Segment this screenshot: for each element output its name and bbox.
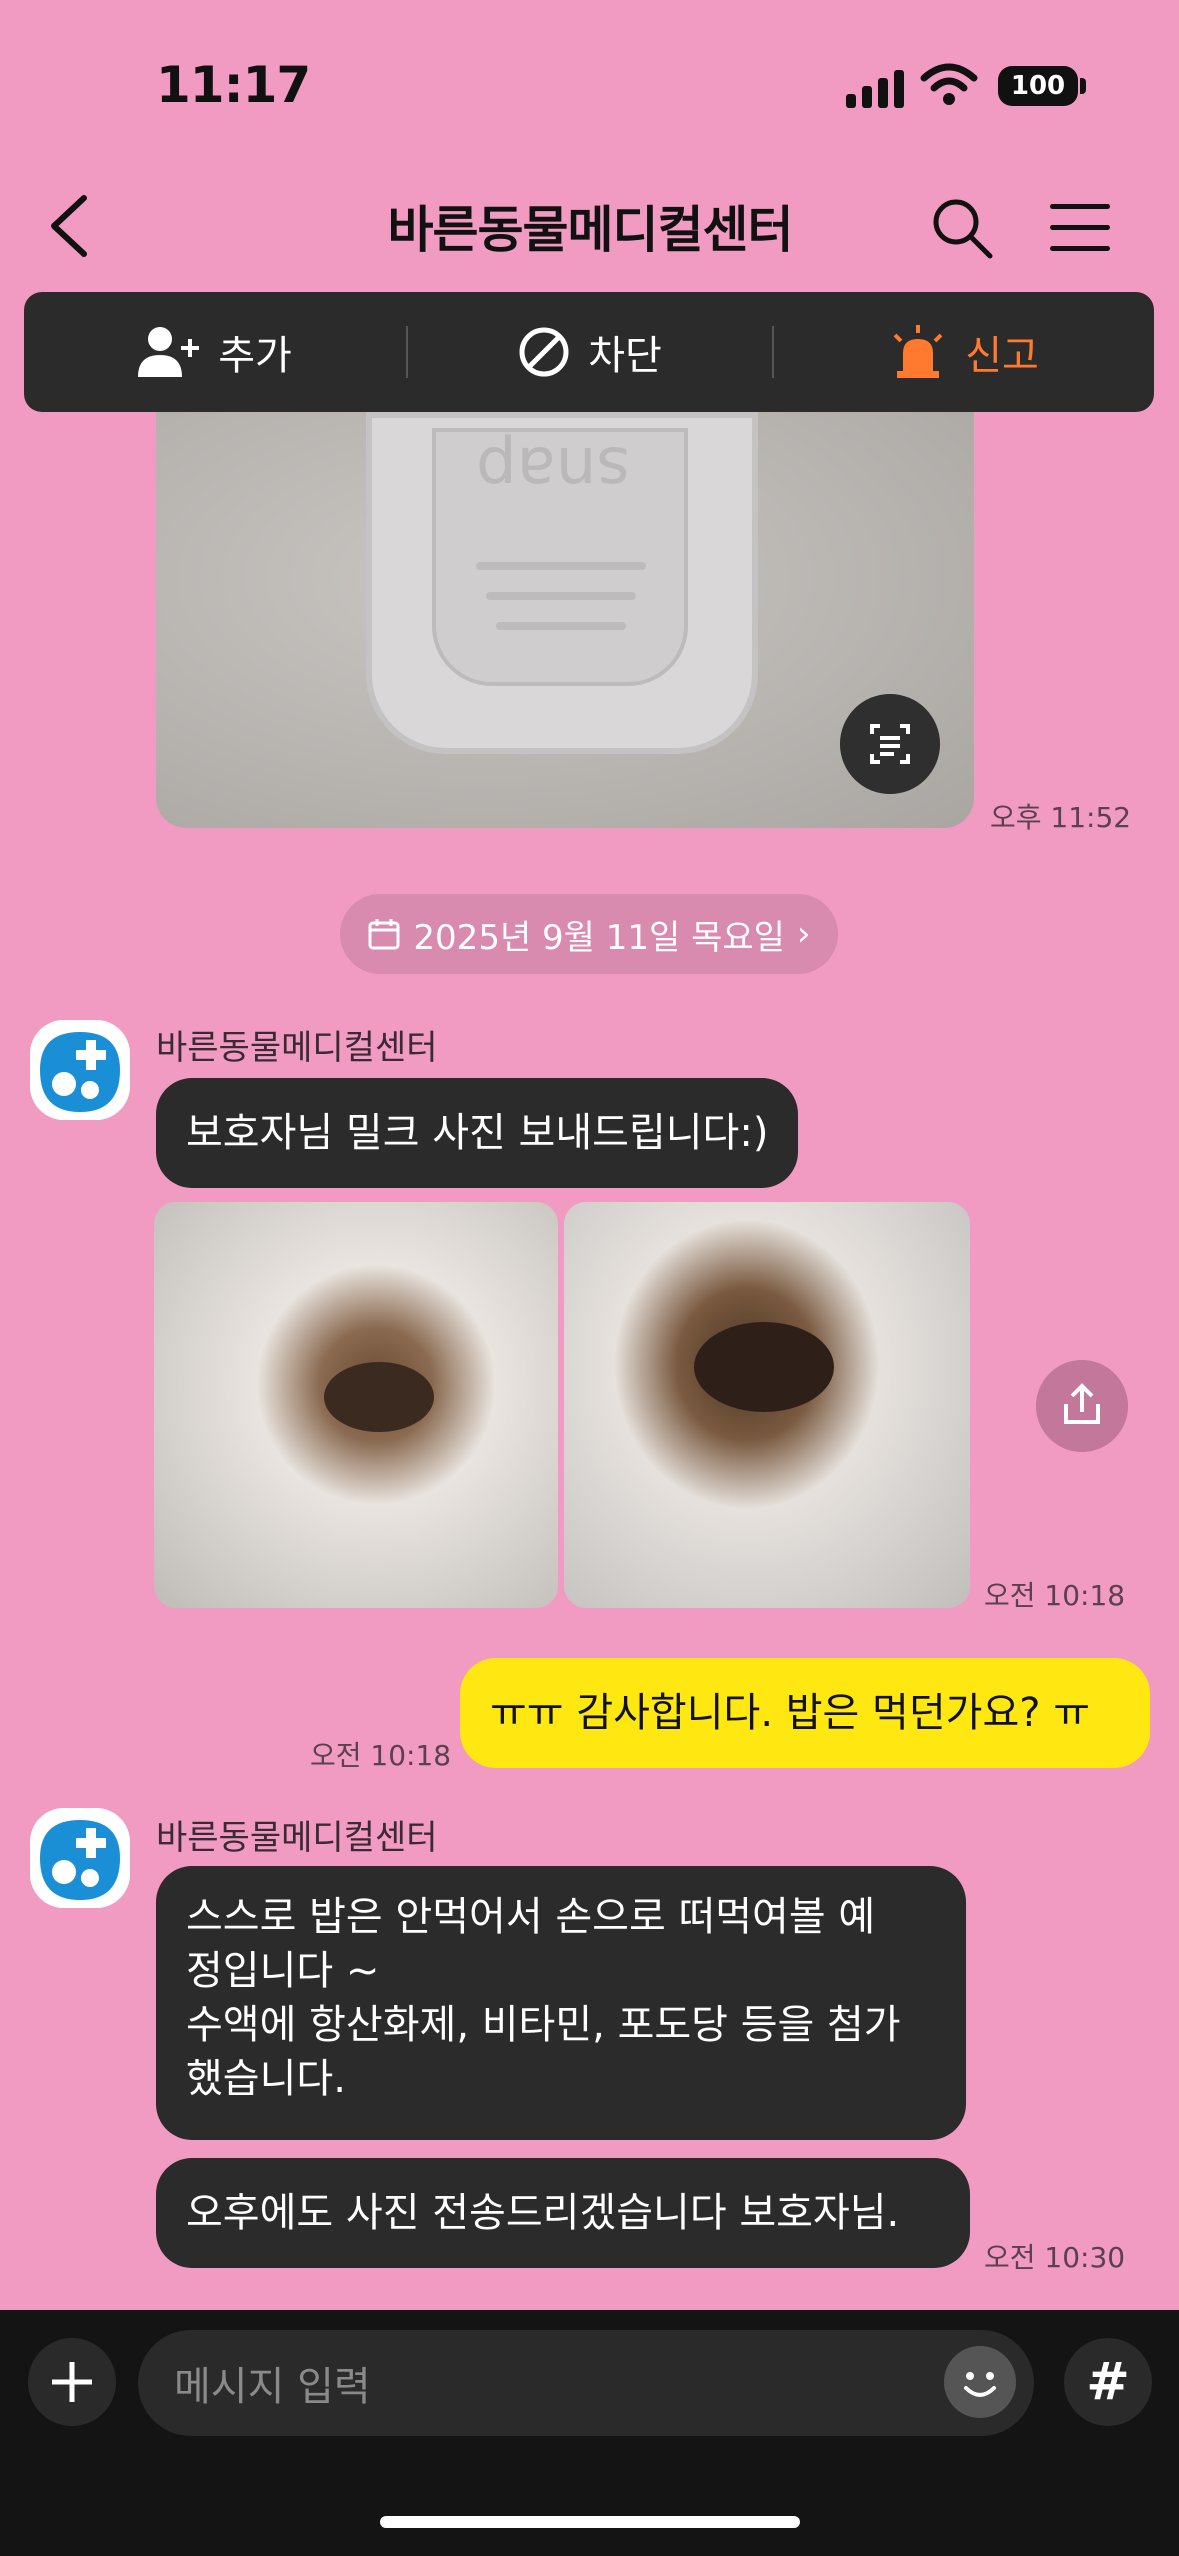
date-divider[interactable]: 2025년 9월 11일 목요일 › [340, 894, 838, 974]
hashtag-button[interactable]: # [1064, 2338, 1152, 2426]
my-message-bubble[interactable]: ㅠㅠ 감사합니다. 밥은 먹던가요? ㅠ [460, 1658, 1150, 1768]
menu-icon[interactable] [1046, 200, 1116, 256]
date-label: 2025년 9월 11일 목요일 [413, 917, 785, 958]
message-line: 스스로 밥은 안먹어서 손으로 떠먹여볼 예 [186, 1894, 876, 1940]
text-scan-icon[interactable] [840, 694, 940, 794]
search-icon[interactable] [930, 196, 994, 260]
chat-title: 바른동물메디컬센터 [387, 201, 794, 259]
chevron-right-icon: › [796, 914, 811, 954]
calendar-icon [368, 919, 400, 950]
message-line: 했습니다. [186, 2056, 346, 2102]
message-bubble[interactable]: 보호자님 밀크 사진 보내드립니다:) [156, 1078, 799, 1188]
message-time: 오후 11:52 [990, 801, 1132, 834]
wifi-icon [920, 63, 978, 105]
message-time: 오전 10:18 [984, 1579, 1126, 1612]
message-line: 정입니다 ~ [186, 1948, 380, 1994]
snap-ridge [476, 562, 646, 570]
status-time: 11:17 [156, 56, 311, 114]
message-bubble[interactable]: 오후에도 사진 전송드리겠습니다 보호자님. [156, 2158, 970, 2268]
cellular-signal-icon [846, 68, 906, 108]
add-friend-button[interactable]: 추가 [24, 292, 406, 412]
add-person-icon [138, 327, 200, 377]
snap-device-image: snap [366, 412, 758, 754]
message-line: 수액에 항산화제, 비타민, 포도당 등을 첨가 [186, 2002, 901, 2048]
snap-device-inner: snap [432, 428, 688, 686]
back-arrow-icon[interactable] [44, 190, 104, 262]
clinic-logo-icon [30, 1020, 130, 1120]
snap-logo: snap [476, 432, 630, 506]
cat-photo[interactable] [154, 1202, 558, 1608]
share-icon[interactable] [1036, 1360, 1128, 1452]
cat-photo[interactable] [564, 1202, 970, 1608]
siren-icon [893, 325, 943, 378]
cat-face [324, 1362, 434, 1432]
clinic-logo-icon [30, 1808, 130, 1908]
message-time: 오전 10:18 [310, 1739, 452, 1772]
block-label: 차단 [588, 333, 662, 379]
avatar[interactable] [30, 1020, 130, 1120]
message-time: 오전 10:30 [984, 2241, 1126, 2274]
report-button[interactable]: 신고 [774, 292, 1154, 412]
add-label: 추가 [218, 333, 292, 379]
sender-name: 바른동물메디컬센터 [156, 1818, 438, 1858]
report-label: 신고 [965, 333, 1039, 379]
plus-icon[interactable] [28, 2338, 116, 2426]
emoji-icon[interactable] [944, 2346, 1016, 2418]
block-icon [519, 327, 569, 377]
home-indicator [380, 2516, 800, 2528]
stranger-action-bar: 추가 차단 신고 [24, 292, 1154, 412]
battery-indicator: 100 [998, 66, 1078, 106]
cat-face [694, 1322, 834, 1412]
message-bubble[interactable]: 스스로 밥은 안먹어서 손으로 떠먹여볼 예 정입니다 ~ 수액에 항산화제, … [156, 1866, 966, 2140]
snap-ridge [486, 592, 636, 600]
message-input[interactable]: 메시지 입력 [138, 2330, 1034, 2436]
avatar[interactable] [30, 1808, 130, 1908]
block-button[interactable]: 차단 [408, 292, 772, 412]
battery-tip [1080, 78, 1086, 94]
sender-name: 바른동물메디컬센터 [156, 1028, 438, 1068]
snap-ridge [496, 622, 626, 630]
